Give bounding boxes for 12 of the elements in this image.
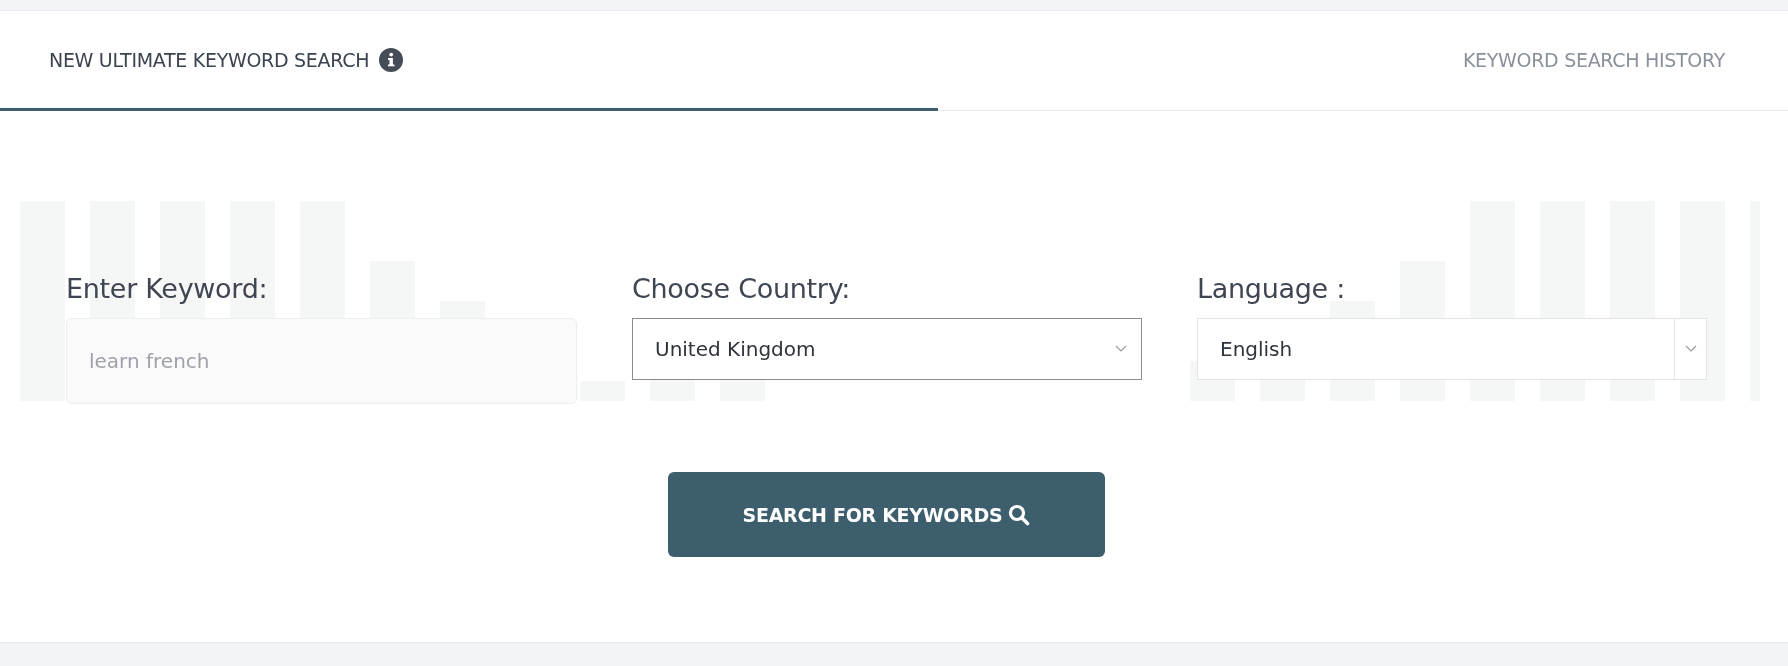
chevron-down-icon — [1115, 345, 1127, 353]
field-label: Enter Keyword: — [66, 273, 269, 304]
field-label: Choose Country: — [632, 273, 852, 304]
dropdown-field[interactable]: English — [1197, 318, 1707, 380]
tab[interactable]: NEW ULTIMATE KEYWORD SEARCH — [0, 11, 938, 111]
search-button[interactable]: SEARCH FOR KEYWORDS — [668, 472, 1105, 557]
info-icon[interactable] — [379, 47, 404, 72]
chevron-down-icon — [1684, 345, 1697, 353]
dropdown-field[interactable]: United Kingdom — [632, 318, 1142, 380]
keyword-input-field[interactable]: learn french — [66, 318, 577, 404]
field-label: Language : — [1197, 273, 1346, 304]
search-icon — [1008, 503, 1031, 526]
